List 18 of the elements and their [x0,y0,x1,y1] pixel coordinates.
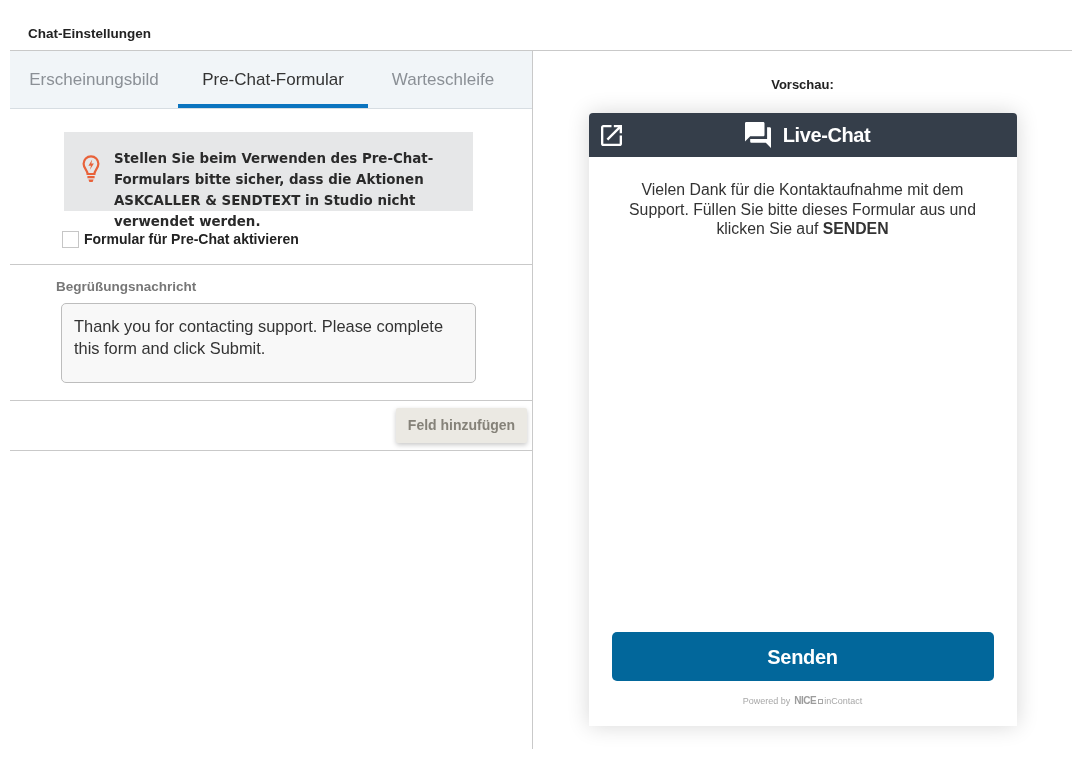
chat-bubbles-icon [744,122,771,148]
product-name-text: inContact [824,696,863,706]
preview-label: Vorschau: [771,77,834,93]
field-label: Begrüßungsnachricht [56,278,197,295]
send-button[interactable]: Senden [611,632,994,681]
logo-mark-icon [818,698,824,704]
lightbulb-icon [82,155,100,183]
welcome-message: Vielen Dank für die Kontaktaufnahme mit dem Support. Füllen Sie bitte dieses Formular aus und klicken Sie auf SENDEN [628,180,977,239]
page-title: Chat-Einstellungen [28,25,151,43]
checkbox[interactable] [62,231,79,248]
brand-logo-text: NICE [794,696,817,706]
chat-title: Live-Chat [782,123,871,147]
message-textarea[interactable]: Thank you for contacting support. Please complete this form and click Submit. [61,303,476,383]
notice-text: Stellen Sie beim Verwenden des Pre-Chat-Formulars bitte sicher, dass die Aktionen ASKCALLER & SENDTEXT in Studio nicht verwendet werden. [114,150,435,231]
powered-by-text: Powered by [742,696,791,706]
tab[interactable]: Pre-Chat-Formular [178,51,368,108]
open-in-new-window-icon[interactable] [600,124,622,146]
checkbox-label: Formular für Pre-Chat aktivieren [84,231,299,248]
